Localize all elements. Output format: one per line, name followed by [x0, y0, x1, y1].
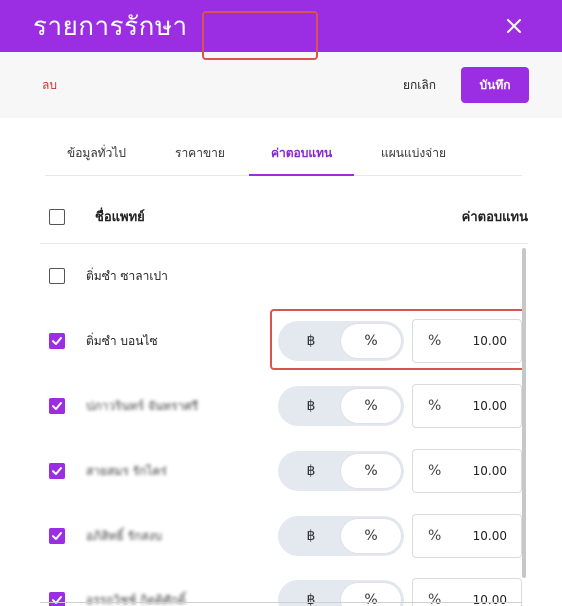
commission-value: 10.00 [472, 529, 507, 543]
row-checkbox[interactable] [49, 333, 65, 349]
toolbar-actions: ยกเลิก บันทึก [403, 67, 529, 103]
close-icon [507, 19, 521, 33]
doctor-name: อรรถวิชช์ กิตติศักดิ์ [86, 592, 186, 606]
doctor-name: ติ่มซำ ซาลาเปา [86, 268, 168, 283]
commission-value-input[interactable]: % 10.00 [412, 514, 522, 558]
baht-option[interactable]: ฿ [281, 454, 341, 488]
baht-option[interactable]: ฿ [281, 519, 341, 553]
table-row: ติ่มซำ บอนไซ ฿ % % 10.00 [49, 319, 522, 363]
commission-value-input[interactable]: % 10.00 [412, 319, 522, 363]
percent-icon: % [428, 333, 442, 349]
commission-value-input[interactable]: % 10.00 [412, 449, 522, 493]
percent-option[interactable]: % [341, 324, 401, 358]
table-row: ปภาวรินทร์ จันทราศรี ฿ % % 10.00 [49, 384, 522, 428]
percent-option[interactable]: % [341, 519, 401, 553]
check-icon [52, 402, 62, 410]
commission-type-toggle: ฿ % [278, 451, 404, 491]
row-checkbox[interactable] [49, 592, 65, 606]
treatment-dialog: รายการรักษา ลบ ยกเลิก บันทึก ข้อมูลทั่วไ… [0, 0, 562, 606]
check-icon [52, 337, 62, 345]
commission-type-toggle: ฿ % [278, 321, 404, 361]
row-checkbox[interactable] [49, 398, 65, 414]
doctor-name: สายสมร รักไคร่ [86, 463, 167, 478]
baht-option[interactable]: ฿ [281, 324, 341, 358]
row-checkbox[interactable] [49, 463, 65, 479]
delete-button[interactable]: ลบ [42, 76, 57, 95]
percent-icon: % [428, 528, 442, 544]
tab-general[interactable]: ข้อมูลทั่วไป [67, 144, 126, 175]
cancel-button[interactable]: ยกเลิก [403, 76, 436, 95]
scrollbar[interactable] [522, 248, 526, 578]
commission-value: 10.00 [472, 464, 507, 478]
tab-price[interactable]: ราคาขาย [175, 144, 225, 175]
column-commission: ค่าตอบแทน [461, 210, 528, 225]
check-icon [52, 467, 62, 475]
percent-icon: % [428, 398, 442, 414]
close-button[interactable] [502, 14, 526, 38]
percent-option[interactable]: % [341, 389, 401, 423]
tab-commission[interactable]: ค่าตอบแทน [248, 144, 355, 176]
table-row: สายสมร รักไคร่ ฿ % % 10.00 [49, 449, 522, 493]
percent-option[interactable]: % [341, 454, 401, 488]
column-doctor-name: ชื่อแพทย์ [95, 210, 145, 225]
baht-option[interactable]: ฿ [281, 389, 341, 423]
dialog-header: รายการรักษา [0, 0, 562, 52]
doctor-name: ปภาวรินทร์ จันทราศรี [86, 398, 199, 413]
row-checkbox[interactable] [49, 268, 65, 284]
check-icon [52, 596, 62, 604]
percent-icon: % [428, 592, 442, 606]
commission-type-toggle: ฿ % [278, 386, 404, 426]
scrollbar-thumb[interactable] [522, 248, 526, 578]
dialog-toolbar: ลบ ยกเลิก บันทึก [0, 52, 562, 118]
tab-installment[interactable]: แผนแบ่งจ่าย [381, 144, 446, 175]
commission-value: 10.00 [472, 593, 507, 606]
table-header: ชื่อแพทย์ ค่าตอบแทน [40, 190, 528, 244]
row-checkbox[interactable] [49, 528, 65, 544]
save-button[interactable]: บันทึก [461, 67, 529, 103]
select-all-checkbox[interactable] [49, 208, 65, 225]
table-row: ติ่มซำ ซาลาเปา [49, 256, 522, 296]
commission-value: 10.00 [472, 399, 507, 413]
commission-value-input[interactable]: % 10.00 [412, 384, 522, 428]
percent-icon: % [428, 463, 442, 479]
dialog-title: รายการรักษา [33, 11, 188, 42]
tab-bar: ข้อมูลทั่วไป ราคาขาย ค่าตอบแทน แผนแบ่งจ่… [45, 118, 522, 176]
check-icon [52, 532, 62, 540]
commission-type-toggle: ฿ % [278, 516, 404, 556]
doctor-name: ติ่มซำ บอนไซ [86, 333, 158, 348]
divider [40, 602, 522, 603]
table-row: อภิสิทธิ์ รักสงบ ฿ % % 10.00 [49, 514, 522, 558]
commission-value: 10.00 [472, 334, 507, 348]
doctor-name: อภิสิทธิ์ รักสงบ [86, 528, 163, 543]
